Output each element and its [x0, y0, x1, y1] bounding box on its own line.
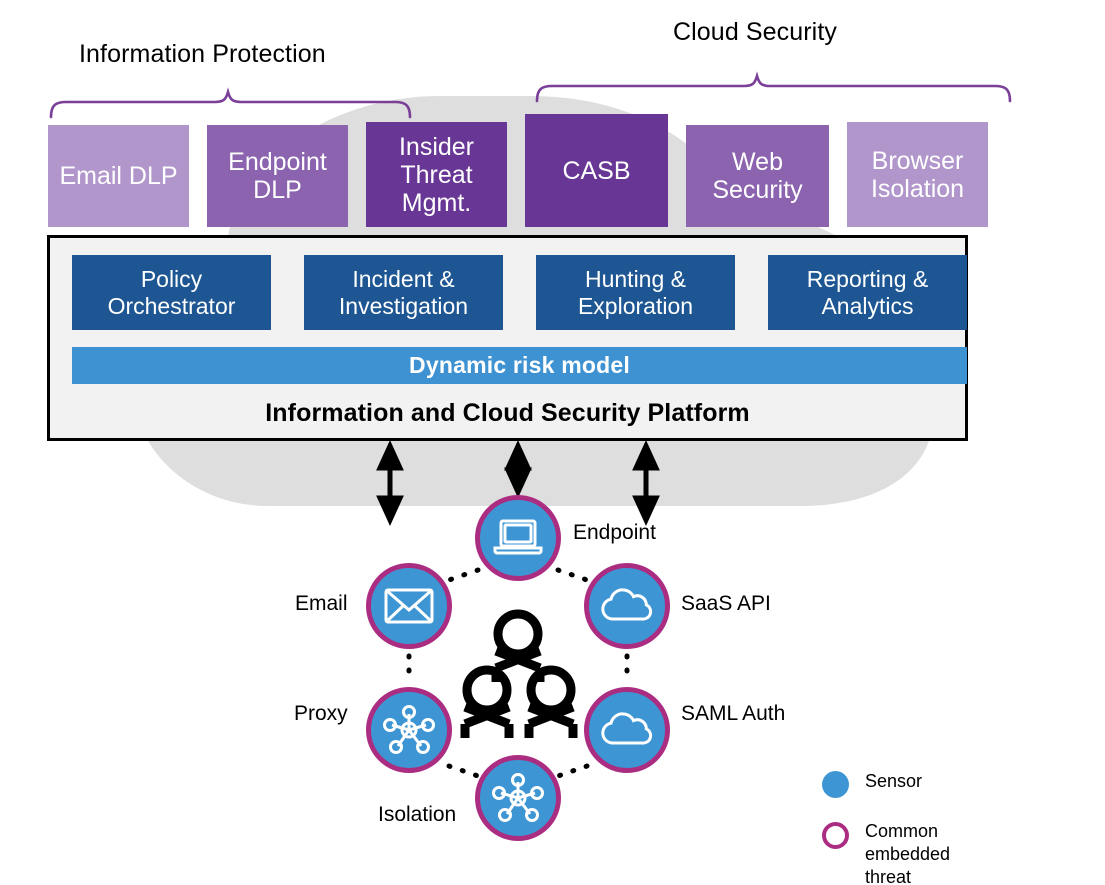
arrow-center	[504, 439, 532, 499]
diagram-canvas: Information Protection Cloud Security Em…	[0, 0, 1105, 885]
cloud-icon	[599, 586, 655, 626]
legend-label-sensor: Sensor	[865, 771, 923, 791]
legend-item-sensor: Sensor	[822, 770, 922, 798]
person-right	[524, 665, 578, 738]
person-left	[460, 665, 514, 738]
laptop-icon	[492, 516, 544, 560]
legend-item-embedded-protection: Common embedded threat protection and DL…	[822, 820, 950, 885]
capability-box-label: Incident & Investigation	[338, 266, 469, 319]
sensor-label-email: Email	[295, 592, 348, 615]
sensor-label-endpoint: Endpoint	[573, 521, 656, 544]
sensor-proxy[interactable]	[366, 687, 452, 773]
capability-box-label: Hunting & Exploration	[577, 266, 694, 319]
three-people-icon	[460, 609, 578, 738]
brace-label-information-protection: Information Protection	[79, 40, 326, 68]
dynamic-risk-model-bar: Dynamic risk model	[72, 347, 967, 384]
capability-box-incident-investigation[interactable]: Incident & Investigation	[304, 255, 503, 330]
sensor-label-proxy: Proxy	[294, 702, 348, 725]
legend-label-embedded-protection: Common embedded threat protection and DL…	[865, 821, 951, 885]
platform-title: Information and Cloud Security Platform	[265, 399, 750, 427]
sensor-isolation[interactable]	[475, 755, 561, 841]
network-icon	[492, 772, 544, 824]
sensor-label-saas-api: SaaS API	[681, 592, 771, 615]
network-icon	[383, 704, 435, 756]
arrow-right	[632, 439, 660, 527]
brace-label-cloud-security: Cloud Security	[673, 18, 837, 46]
capability-box-policy-orchestrator[interactable]: Policy Orchestrator	[72, 255, 271, 330]
capability-box-reporting-analytics[interactable]: Reporting & Analytics	[768, 255, 967, 330]
network-connections	[376, 439, 660, 779]
sensor-label-saml-auth: SAML Auth	[681, 702, 786, 725]
ring-swatch-icon	[822, 822, 849, 849]
sensor-saas-api[interactable]	[584, 563, 670, 649]
sensor-endpoint[interactable]	[475, 495, 561, 581]
capability-box-label: Reporting & Analytics	[806, 266, 929, 319]
arrow-left	[376, 439, 404, 527]
envelope-icon	[383, 586, 435, 626]
capability-box-hunting-exploration[interactable]: Hunting & Exploration	[536, 255, 735, 330]
sensor-saml-auth[interactable]	[584, 687, 670, 773]
cloud-icon	[599, 710, 655, 750]
sensor-email[interactable]	[366, 563, 452, 649]
capability-box-label: Policy Orchestrator	[107, 266, 236, 319]
sensor-label-isolation: Isolation	[378, 803, 457, 826]
sensor-swatch-icon	[822, 771, 849, 798]
